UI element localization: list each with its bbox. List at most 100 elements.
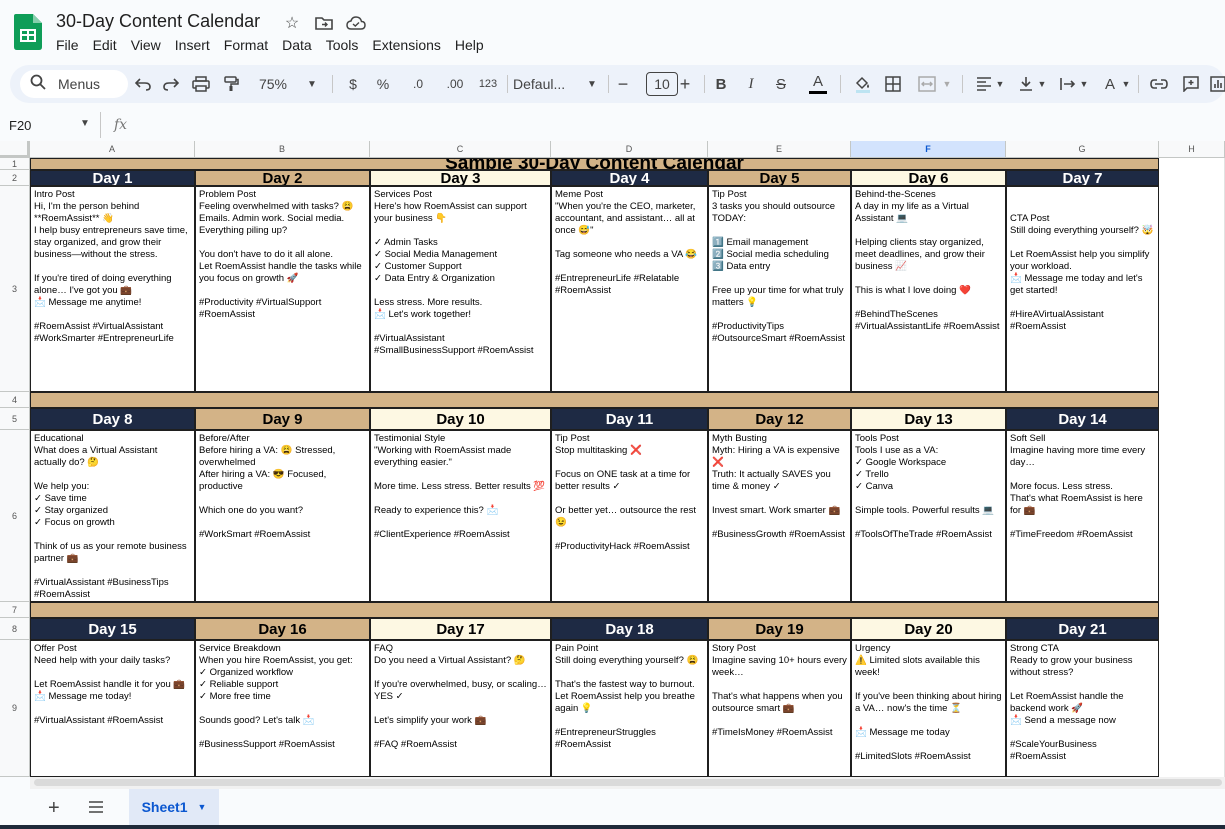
day-content-cell[interactable]: Educational What does a Virtual Assistan… [30, 430, 195, 602]
menu-edit[interactable]: Edit [93, 36, 124, 56]
day-header[interactable]: Day 18 [551, 618, 708, 640]
day-content-cell[interactable]: Myth Busting Myth: Hiring a VA is expens… [708, 430, 851, 602]
day-header[interactable]: Day 19 [708, 618, 851, 640]
currency-format-button[interactable]: $ [340, 65, 366, 103]
horizontal-scrollbar[interactable] [30, 777, 1225, 789]
sheet-tab-dropdown-icon[interactable]: ▼ [198, 802, 207, 812]
day-content-cell[interactable]: Services Post Here's how RoemAssist can … [370, 186, 551, 392]
print-icon[interactable] [188, 65, 214, 103]
spacer-row[interactable] [30, 392, 1159, 408]
day-content-cell[interactable]: Testimonial Style "Working with RoemAssi… [370, 430, 551, 602]
menu-view[interactable]: View [131, 36, 168, 56]
spacer-row[interactable] [30, 602, 1159, 618]
row-header-4[interactable]: 4 [0, 392, 30, 408]
day-header[interactable]: Day 13 [851, 408, 1006, 430]
merge-cells-icon[interactable] [914, 65, 940, 103]
row-header-8[interactable]: 8 [0, 618, 30, 640]
star-icon[interactable]: ☆ [282, 13, 302, 33]
text-wrapping-icon[interactable] [1056, 65, 1080, 103]
strikethrough-button[interactable]: S [770, 65, 792, 103]
font-size-increase-button[interactable]: + [674, 65, 696, 103]
move-folder-icon[interactable] [314, 13, 334, 33]
paint-format-icon[interactable] [218, 65, 244, 103]
day-header[interactable]: Day 20 [851, 618, 1006, 640]
day-content-cell[interactable]: Offer Post Need help with your daily tas… [30, 640, 195, 777]
day-header[interactable]: Day 1 [30, 170, 195, 186]
all-sheets-icon[interactable] [88, 800, 104, 818]
fill-color-icon[interactable] [850, 65, 876, 103]
increase-decimal-button[interactable]: .00 [438, 65, 472, 103]
day-content-cell[interactable]: FAQ Do you need a Virtual Assistant? 🤔 I… [370, 640, 551, 777]
add-sheet-icon[interactable]: + [48, 797, 60, 820]
text-rotation-button[interactable]: A [1098, 65, 1122, 103]
bold-button[interactable]: B [710, 65, 732, 103]
redo-icon[interactable] [158, 65, 184, 103]
column-header-b[interactable]: B [195, 141, 370, 158]
menu-data[interactable]: Data [282, 36, 319, 56]
doc-title[interactable]: 30-Day Content Calendar [56, 11, 260, 32]
row-header-2[interactable]: 2 [0, 170, 30, 186]
decrease-decimal-button[interactable]: .0 [403, 65, 433, 103]
merge-dropdown-icon[interactable]: ▼ [940, 65, 954, 103]
day-content-cell[interactable]: Behind-the-Scenes A day in my life as a … [851, 186, 1006, 392]
day-header[interactable]: Day 8 [30, 408, 195, 430]
insert-link-icon[interactable] [1146, 65, 1172, 103]
row-header-6[interactable]: 6 [0, 430, 30, 602]
day-content-cell[interactable]: Tools Post Tools I use as a VA: ✓ Google… [851, 430, 1006, 602]
day-header[interactable]: Day 2 [195, 170, 370, 186]
sheets-logo-icon[interactable] [14, 14, 42, 50]
day-header[interactable]: Day 10 [370, 408, 551, 430]
name-box[interactable]: F20 [9, 118, 31, 133]
day-header[interactable]: Day 21 [1006, 618, 1159, 640]
day-content-cell[interactable]: Meme Post "When you're the CEO, marketer… [551, 186, 708, 392]
undo-icon[interactable] [130, 65, 156, 103]
menu-format[interactable]: Format [224, 36, 275, 56]
percent-format-button[interactable]: % [370, 65, 396, 103]
horizontal-align-icon[interactable] [972, 65, 996, 103]
day-content-cell[interactable]: Before/After Before hiring a VA: 😩 Stres… [195, 430, 370, 602]
day-header[interactable]: Day 4 [551, 170, 708, 186]
day-content-cell[interactable]: Tip Post Stop multitasking ❌ Focus on ON… [551, 430, 708, 602]
column-header-h[interactable]: H [1159, 141, 1225, 158]
column-header-a[interactable]: A [30, 141, 195, 158]
scrollbar-thumb[interactable] [34, 779, 1222, 786]
day-content-cell[interactable]: Intro Post Hi, I'm the person behind **R… [30, 186, 195, 392]
day-content-cell[interactable]: Pain Point Still doing everything yourse… [551, 640, 708, 777]
column-header-f[interactable]: F [851, 141, 1006, 158]
zoom-select[interactable]: 75% [255, 65, 291, 103]
font-dropdown-icon[interactable]: ▼ [584, 65, 600, 103]
name-box-dropdown-icon[interactable]: ▼ [80, 118, 90, 129]
day-header[interactable]: Day 7 [1006, 170, 1159, 186]
calendar-title[interactable]: Sample 30-Day Content Calendar [30, 158, 1159, 170]
rotation-dropdown-icon[interactable]: ▼ [1120, 65, 1132, 103]
font-family-select[interactable]: Defaul... [513, 65, 587, 103]
column-header-d[interactable]: D [551, 141, 708, 158]
text-color-button[interactable]: A [805, 65, 831, 103]
row-header-7[interactable]: 7 [0, 602, 30, 618]
day-content-cell[interactable]: Problem Post Feeling overwhelmed with ta… [195, 186, 370, 392]
borders-icon[interactable] [880, 65, 906, 103]
menu-file[interactable]: File [56, 36, 86, 56]
row-header-3[interactable]: 3 [0, 186, 30, 392]
day-header[interactable]: Day 15 [30, 618, 195, 640]
menu-help[interactable]: Help [455, 36, 491, 56]
row-header-9[interactable]: 9 [0, 640, 30, 777]
day-header[interactable]: Day 5 [708, 170, 851, 186]
sheet-tab-sheet1[interactable]: Sheet1 ▼ [129, 789, 219, 825]
column-header-e[interactable]: E [708, 141, 851, 158]
menu-tools[interactable]: Tools [326, 36, 366, 56]
vertical-align-icon[interactable] [1014, 65, 1038, 103]
day-content-cell[interactable]: Strong CTA Ready to grow your business w… [1006, 640, 1159, 777]
italic-button[interactable]: I [740, 65, 762, 103]
day-header[interactable]: Day 6 [851, 170, 1006, 186]
select-all-corner[interactable] [0, 141, 30, 158]
insert-comment-icon[interactable] [1178, 65, 1204, 103]
menu-insert[interactable]: Insert [175, 36, 217, 56]
day-content-cell[interactable]: Service Breakdown When you hire RoemAssi… [195, 640, 370, 777]
day-header[interactable]: Day 9 [195, 408, 370, 430]
halign-dropdown-icon[interactable]: ▼ [994, 65, 1006, 103]
menu-search[interactable]: Menus [20, 70, 128, 98]
sheet-grid[interactable]: A B C D E F G H 1 2 3 4 5 6 7 8 9 Sample 30-Day Content C… [0, 141, 1225, 777]
insert-chart-icon[interactable] [1208, 65, 1225, 103]
day-header[interactable]: Day 16 [195, 618, 370, 640]
